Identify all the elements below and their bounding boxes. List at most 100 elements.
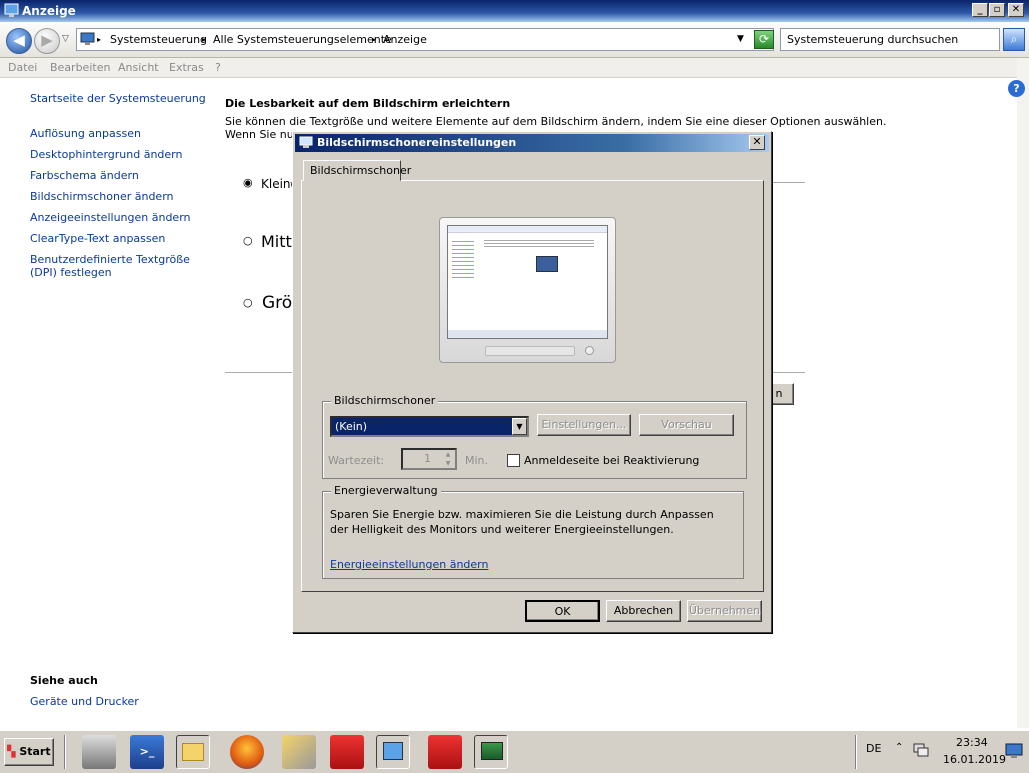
crumb-separator-icon: ▸	[97, 35, 102, 44]
menu-help[interactable]: ?	[215, 61, 221, 74]
screensaver-icon	[299, 136, 313, 148]
explorer-task[interactable]	[176, 735, 210, 769]
clock-time: 23:34	[956, 736, 988, 749]
screensaver-select[interactable]: (Kein) ▼	[330, 416, 529, 437]
firefox-icon[interactable]	[230, 735, 264, 769]
display-task[interactable]	[474, 735, 508, 769]
see-also-heading: Siehe auch	[30, 674, 98, 687]
scrollbar[interactable]	[1017, 58, 1029, 728]
menu-bar: Datei Bearbeiten Ansicht Extras ?	[0, 58, 1029, 78]
close-button[interactable]: ✕	[1008, 3, 1024, 17]
crumb-systemsteuerung[interactable]: Systemsteuerung	[110, 33, 207, 46]
crumb-separator-icon: ▸	[372, 35, 377, 44]
ok-button[interactable]: OK	[525, 600, 600, 622]
language-indicator[interactable]: DE	[866, 742, 881, 755]
toolbox-icon[interactable]	[428, 735, 462, 769]
preview-taskbar	[448, 330, 607, 338]
tools-icon[interactable]	[282, 735, 316, 769]
crumb-separator-icon: ▸	[202, 35, 207, 44]
dialog-titlebar[interactable]: Bildschirmschonereinstellungen ✕	[295, 134, 769, 152]
power-group: Energieverwaltung Sparen Sie Energie bzw…	[322, 484, 744, 579]
help-icon[interactable]: ?	[1008, 80, 1025, 97]
dialog-title: Bildschirmschonereinstellungen	[317, 136, 517, 149]
sidebar-item-resolution[interactable]: Auflösung anpassen	[30, 127, 141, 140]
screensaver-dialog: Bildschirmschonereinstellungen ✕ Bildsch…	[292, 131, 772, 633]
option-large-label: Grö	[262, 293, 293, 313]
dialog-close-button[interactable]: ✕	[749, 135, 765, 150]
wait-label: Wartezeit:	[328, 454, 385, 467]
menu-ansicht[interactable]: Ansicht	[118, 61, 159, 74]
show-desktop-icon[interactable]	[1005, 743, 1023, 759]
server-manager-icon[interactable]	[82, 735, 116, 769]
start-button[interactable]: ▚ Start	[4, 738, 54, 766]
maximize-button[interactable]: ▫	[989, 3, 1005, 17]
network-icon[interactable]	[913, 742, 929, 758]
clock-date: 16.01.2019	[943, 753, 1006, 766]
crumb-anzeige[interactable]: Anzeige	[383, 33, 427, 46]
preview-button[interactable]: Vorschau	[639, 414, 734, 436]
tab-panel: Bildschirmschoner (Kein) ▼ Einstellungen…	[301, 180, 764, 592]
settings-button[interactable]: Einstellungen...	[537, 414, 631, 436]
radio-medium[interactable]: ○	[243, 234, 253, 247]
crumb-all-items[interactable]: Alle Systemsteuerungselemente	[213, 33, 392, 46]
power-settings-link[interactable]: Energieeinstellungen ändern	[330, 558, 488, 571]
sidebar-item-cleartype[interactable]: ClearType-Text anpassen	[30, 232, 165, 245]
history-dropdown-icon[interactable]: ▽	[62, 34, 69, 44]
window-titlebar[interactable]: Anzeige _ ▫ ✕	[0, 0, 1029, 22]
sidebar-item-dpi[interactable]: Benutzerdefinierte Textgröße	[30, 253, 190, 266]
minimize-button[interactable]: _	[972, 3, 988, 17]
menu-datei[interactable]: Datei	[8, 61, 37, 74]
search-input[interactable]: Systemsteuerung durchsuchen	[780, 28, 1000, 51]
display-icon	[4, 3, 19, 17]
menu-extras[interactable]: Extras	[169, 61, 204, 74]
breadcrumb[interactable]: ▸ Systemsteuerung ▸ Alle Systemsteuerung…	[76, 28, 774, 51]
power-group-label: Energieverwaltung	[331, 484, 441, 497]
wait-unit: Min.	[465, 454, 489, 467]
resume-label: Anmeldeseite bei Reaktivierung	[524, 454, 700, 467]
power-description: Sparen Sie Energie bzw. maximieren Sie d…	[330, 508, 714, 536]
preview-text	[484, 238, 594, 248]
menu-bearbeiten[interactable]: Bearbeiten	[50, 61, 110, 74]
monitor-base	[485, 346, 575, 356]
toolbox-icon[interactable]	[330, 735, 364, 769]
powershell-icon[interactable]: >_	[130, 735, 164, 769]
search-icon[interactable]: ⌕	[1003, 28, 1025, 51]
sidebar-item-dpi-line2[interactable]: (DPI) festlegen	[30, 266, 112, 279]
tray-expand-icon[interactable]: ⌃	[895, 742, 903, 753]
control-panel-task[interactable]	[376, 735, 410, 769]
sidebar-item-display-settings[interactable]: Anzeigeeinstellungen ändern	[30, 211, 191, 224]
power-button-icon	[585, 346, 594, 355]
see-also-devices-link[interactable]: Geräte und Drucker	[30, 695, 139, 708]
preview-image	[536, 256, 558, 272]
stepper-arrows-icon[interactable]: ▲ ▼	[441, 450, 455, 468]
tab-screensaver[interactable]: Bildschirmschoner	[303, 160, 411, 181]
page-heading: Die Lesbarkeit auf dem Bildschirm erleic…	[225, 97, 511, 110]
chevron-down-icon[interactable]: ▼	[512, 418, 527, 435]
address-dropdown-icon[interactable]: ▼	[737, 34, 744, 44]
windows-logo-icon: ▚	[7, 745, 16, 758]
sidebar-home-link[interactable]: Startseite der Systemsteuerung	[30, 92, 206, 105]
taskbar-separator	[64, 735, 66, 769]
screensaver-group-label: Bildschirmschoner	[331, 394, 439, 407]
back-button[interactable]: ◀	[6, 28, 32, 54]
monitor-preview	[439, 217, 616, 363]
refresh-button[interactable]: ⟳	[754, 30, 774, 49]
resume-checkbox[interactable]	[507, 454, 520, 467]
radio-large[interactable]: ○	[243, 296, 253, 309]
cancel-button[interactable]: Abbrechen	[606, 600, 681, 622]
window-title: Anzeige	[22, 4, 76, 18]
preview-sidebar	[452, 238, 474, 278]
screensaver-select-value: (Kein)	[335, 420, 368, 433]
sidebar-item-color-scheme[interactable]: Farbschema ändern	[30, 169, 139, 182]
forward-button[interactable]: ▶	[34, 28, 60, 54]
start-label: Start	[19, 745, 51, 758]
radio-small[interactable]: ◉	[243, 176, 253, 189]
taskbar: ▚ Start >_ DE ⌃ 23:34 16.01.2019	[0, 730, 1029, 773]
wait-value: 1	[424, 452, 431, 465]
apply-button[interactable]: Übernehmen	[687, 600, 762, 622]
control-panel-icon	[80, 32, 95, 45]
address-toolbar: ◀ ▶ ▽ ▸ Systemsteuerung ▸ Alle Systemste…	[0, 22, 1029, 58]
sidebar-item-background[interactable]: Desktophintergrund ändern	[30, 148, 182, 161]
wait-stepper[interactable]: 1 ▲ ▼	[401, 448, 457, 470]
sidebar-item-screensaver[interactable]: Bildschirmschoner ändern	[30, 190, 174, 203]
